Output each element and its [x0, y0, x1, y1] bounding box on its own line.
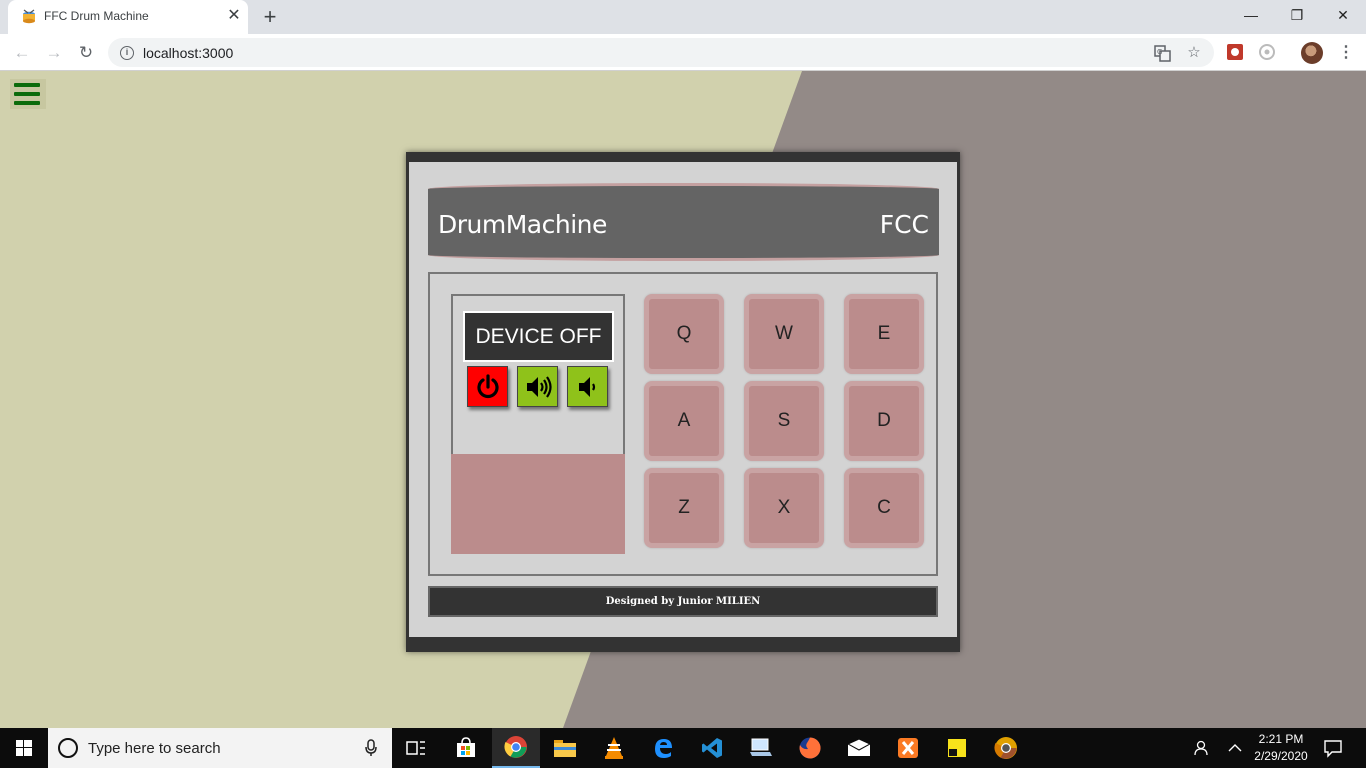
drum-pad-s[interactable]: S	[744, 381, 824, 461]
cortana-icon	[58, 738, 78, 758]
tab-close-icon[interactable]: ✕	[224, 6, 244, 26]
volume-up-button[interactable]	[517, 366, 558, 407]
drum-pad-d[interactable]: D	[844, 381, 924, 461]
browser-toolbar: ← → ↻ i localhost:3000 G ☆ ⋮	[0, 34, 1366, 71]
drum-pad-e[interactable]: E	[844, 294, 924, 374]
taskbar-search[interactable]: Type here to search	[48, 728, 392, 768]
status-display: DEVICE OFF	[463, 311, 614, 362]
browser-tab[interactable]: FFC Drum Machine ✕	[8, 0, 248, 34]
chrome-taskbar-icon[interactable]	[492, 728, 540, 768]
back-arrow-icon[interactable]: ←	[10, 41, 34, 65]
volume-down-icon	[579, 377, 596, 397]
chrome-canary-icon[interactable]	[982, 728, 1030, 768]
taskbar-time[interactable]: 2:21 PM	[1250, 732, 1312, 746]
volume-up-icon	[527, 376, 552, 398]
taskbar-date[interactable]: 2/29/2020	[1250, 749, 1312, 763]
mail-icon[interactable]	[835, 728, 883, 768]
browser-menu-icon[interactable]: ⋮	[1336, 42, 1356, 64]
drum-pad-z[interactable]: Z	[644, 468, 724, 548]
volume-down-button[interactable]	[567, 366, 608, 407]
forward-arrow-icon[interactable]: →	[42, 41, 66, 65]
drum-machine-header: DrumMachine FCC	[428, 183, 939, 261]
power-button[interactable]	[467, 366, 508, 407]
window-minimize-button[interactable]: —	[1228, 0, 1274, 30]
extension-icon-2[interactable]	[1258, 43, 1276, 61]
header-brand: FCC	[879, 210, 929, 239]
people-icon[interactable]	[1193, 739, 1211, 757]
drum-machine-body: DrumMachine FCC DEVICE OFF Q W E A S D Z…	[409, 162, 957, 637]
bookmark-star-icon[interactable]: ☆	[1184, 43, 1204, 63]
address-bar[interactable]: i localhost:3000 G ☆	[108, 38, 1214, 67]
url-text[interactable]: localhost:3000	[143, 45, 233, 61]
search-placeholder[interactable]: Type here to search	[88, 740, 221, 757]
tab-title: FFC Drum Machine	[44, 9, 149, 23]
drum-favicon-icon	[23, 9, 35, 24]
hamburger-line	[14, 101, 40, 105]
svg-text:G: G	[1157, 48, 1162, 56]
drum-pad-q[interactable]: Q	[644, 294, 724, 374]
volume-area	[451, 454, 625, 554]
drum-machine: DrumMachine FCC DEVICE OFF Q W E A S D Z…	[406, 152, 960, 652]
control-panel: DEVICE OFF	[451, 294, 625, 554]
hamburger-line	[14, 92, 40, 96]
header-title: DrumMachine	[438, 210, 607, 239]
microphone-icon[interactable]	[364, 739, 378, 757]
drum-pad-c[interactable]: C	[844, 468, 924, 548]
network-app-icon[interactable]	[737, 728, 785, 768]
profile-avatar[interactable]	[1301, 42, 1323, 64]
window-restore-button[interactable]: ❐	[1274, 0, 1320, 30]
windows-start-icon[interactable]	[0, 728, 48, 768]
hamburger-menu-button[interactable]	[10, 79, 46, 109]
site-info-icon[interactable]: i	[120, 46, 134, 60]
xampp-icon[interactable]	[884, 728, 932, 768]
firefox-icon[interactable]	[786, 728, 834, 768]
drum-pad-w[interactable]: W	[744, 294, 824, 374]
file-explorer-icon[interactable]	[541, 728, 589, 768]
extension-icon[interactable]	[1226, 43, 1244, 61]
hamburger-line	[14, 83, 40, 87]
edge-icon[interactable]	[639, 728, 687, 768]
browser-tabstrip: FFC Drum Machine ✕ + — ❐ ✕	[0, 0, 1366, 34]
new-tab-button[interactable]: +	[258, 5, 282, 29]
vlc-icon[interactable]	[590, 728, 638, 768]
reload-icon[interactable]: ↻	[74, 41, 98, 65]
drum-pad-a[interactable]: A	[644, 381, 724, 461]
drum-pad-x[interactable]: X	[744, 468, 824, 548]
task-view-icon[interactable]	[392, 728, 440, 768]
sticky-notes-icon[interactable]	[933, 728, 981, 768]
store-icon[interactable]	[442, 728, 490, 768]
page-viewport: DrumMachine FCC DEVICE OFF Q W E A S D Z…	[0, 71, 1366, 728]
power-icon	[477, 374, 499, 399]
notifications-icon[interactable]	[1323, 738, 1343, 758]
chevron-up-icon[interactable]	[1228, 742, 1242, 754]
footer-credit: Designed by Junior MILIEN	[428, 586, 938, 617]
vscode-icon[interactable]	[688, 728, 736, 768]
taskbar: Type here to search 2:21 PM 2/29/2020	[0, 728, 1366, 768]
main-panel: DEVICE OFF Q W E A S D Z X C	[428, 272, 938, 576]
translate-icon[interactable]: G	[1152, 43, 1172, 63]
window-close-button[interactable]: ✕	[1320, 0, 1366, 30]
